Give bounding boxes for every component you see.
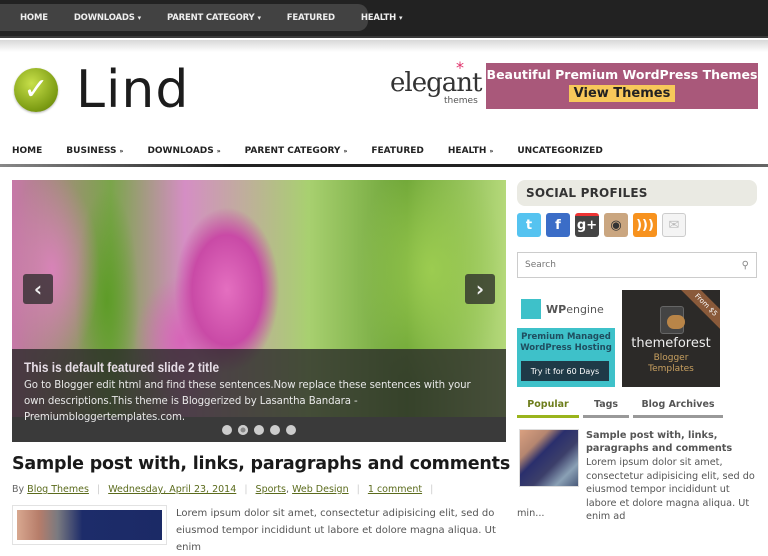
top-nav: HOME DOWNLOADS ▾ PARENT CATEGORY ▾ FEATURE… [0, 4, 403, 31]
twitter-icon[interactable]: t [517, 213, 541, 237]
tab-tags[interactable]: Tags [583, 399, 629, 418]
search-icon[interactable]: ⚲ [742, 260, 749, 271]
post-thumbnail[interactable] [12, 505, 167, 545]
tab-popular[interactable]: Popular [517, 399, 579, 418]
header-ad-banner[interactable]: Beautiful Premium WordPress Themes View … [486, 63, 758, 109]
slide-title[interactable]: This is default featured slide 2 title [24, 359, 424, 375]
try-wpengine-button[interactable]: Try it for 60 Days [521, 361, 609, 381]
main-nav-featured[interactable]: FEATURED [371, 146, 424, 156]
site-title: Lind [76, 60, 190, 120]
slider-dot[interactable] [254, 424, 264, 435]
main-nav-business[interactable]: BUSINESS» [66, 146, 123, 156]
chevron-down-icon: ▾ [399, 13, 403, 22]
main-nav-downloads[interactable]: DOWNLOADS» [147, 146, 220, 156]
search-input[interactable] [525, 260, 725, 270]
search-box: ⚲ [517, 252, 757, 278]
instagram-icon[interactable]: ◉ [604, 213, 628, 237]
popular-post-title[interactable]: Sample post with, links, paragraphs and … [586, 429, 761, 455]
elegant-themes-logo[interactable]: elegant * themes [388, 58, 482, 110]
rss-icon[interactable]: ))) [633, 213, 657, 237]
chevron-left-icon: ‹ [33, 277, 43, 301]
main-nav: HOME BUSINESS» DOWNLOADS» PARENT CATEGOR… [0, 138, 768, 164]
wpengine-ad[interactable]: WPengine Premium Managed WordPress Hosti… [517, 290, 615, 387]
main-nav-parent-category[interactable]: PARENT CATEGORY» [245, 146, 348, 156]
chevron-down-icon: ▾ [257, 13, 261, 22]
post-category-link[interactable]: Web Design [292, 484, 349, 495]
popular-post-thumbnail[interactable] [519, 429, 579, 487]
asterisk-icon: * [456, 58, 464, 77]
popular-post-excerpt: Lorem ipsum dolor sit amet, consectetur … [586, 457, 755, 522]
slider-dot-active[interactable] [238, 424, 248, 435]
double-chevron-icon: » [489, 148, 494, 155]
site-logo[interactable]: ✓ Lind [14, 64, 189, 116]
double-chevron-icon: » [216, 148, 221, 155]
sidebar: SOCIAL PROFILES t f g+ ◉ ))) ✉ ⚲ WPengin… [517, 180, 759, 524]
post-excerpt: Lorem ipsum dolor sit amet, consectetur … [176, 508, 496, 553]
header-shade [0, 40, 768, 52]
slider-next-button[interactable]: › [465, 274, 495, 304]
themeforest-hand-icon [660, 306, 685, 334]
social-icons: t f g+ ◉ ))) ✉ [517, 213, 759, 237]
wpengine-tagline: Premium Managed WordPress Hosting [520, 332, 612, 353]
view-themes-button[interactable]: View Themes [568, 85, 676, 102]
popular-post-item: Sample post with, links, paragraphs and … [517, 429, 759, 524]
facebook-icon[interactable]: f [546, 213, 570, 237]
slider-dot[interactable] [286, 424, 296, 435]
social-profiles-title: SOCIAL PROFILES [517, 180, 757, 206]
themeforest-ad[interactable]: From $5 themeforest Blogger Templates [622, 290, 720, 387]
top-nav-health[interactable]: HEALTH ▾ [361, 13, 403, 23]
tab-blog-archives[interactable]: Blog Archives [633, 399, 723, 418]
email-icon[interactable]: ✉ [662, 213, 686, 237]
featured-slider: ‹ › This is default featured slide 2 tit… [12, 180, 506, 442]
top-nav-parent-category[interactable]: PARENT CATEGORY ▾ [167, 13, 261, 23]
post-date-link[interactable]: Wednesday, April 23, 2014 [108, 484, 236, 495]
slider-dot[interactable] [270, 424, 280, 435]
post-meta: By Blog Themes | Wednesday, April 23, 20… [12, 484, 434, 495]
sidebar-ads: WPengine Premium Managed WordPress Hosti… [517, 290, 759, 387]
main-nav-home[interactable]: HOME [12, 146, 42, 156]
main-nav-uncategorized[interactable]: UNCATEGORIZED [517, 146, 602, 156]
google-plus-icon[interactable]: g+ [575, 213, 599, 237]
slider-pagination [12, 417, 506, 442]
post-author-link[interactable]: Blog Themes [27, 484, 89, 495]
top-nav-home[interactable]: HOME [20, 13, 48, 23]
top-nav-downloads[interactable]: DOWNLOADS ▾ [74, 13, 141, 23]
post-title[interactable]: Sample post with, links, paragraphs and … [12, 454, 510, 474]
price-ribbon: From $5 [679, 290, 720, 332]
popular-post-more: min... [517, 508, 545, 519]
chevron-right-icon: › [475, 277, 485, 301]
slide-caption: This is default featured slide 2 title G… [12, 349, 506, 423]
main-nav-health[interactable]: HEALTH» [448, 146, 493, 156]
sidebar-tabs: Popular Tags Blog Archives [517, 399, 759, 418]
thumbnail-image [17, 510, 162, 540]
double-chevron-icon: » [119, 148, 124, 155]
wpengine-logo-icon [521, 299, 541, 319]
check-mark-icon: ✓ [14, 68, 58, 112]
nav-divider [0, 164, 768, 167]
double-chevron-icon: » [343, 148, 348, 155]
slider-dot[interactable] [222, 424, 232, 435]
top-nav-featured[interactable]: FEATURED [287, 13, 335, 23]
top-bar: HOME DOWNLOADS ▾ PARENT CATEGORY ▾ FEATURE… [0, 0, 768, 38]
chevron-down-icon: ▾ [137, 13, 142, 22]
post-category-link[interactable]: Sports [256, 484, 286, 495]
post-comments-link[interactable]: 1 comment [368, 484, 422, 495]
ad-headline: Beautiful Premium WordPress Themes [486, 67, 758, 82]
slider-prev-button[interactable]: ‹ [23, 274, 53, 304]
